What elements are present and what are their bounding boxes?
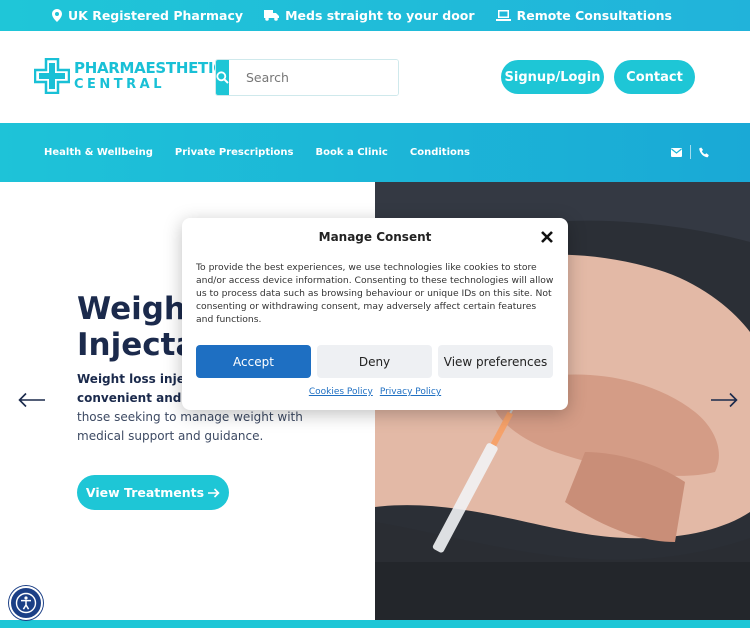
hero-text-line: those seeking to manage weight with <box>77 410 303 424</box>
search-bar <box>215 59 399 96</box>
accessibility-icon <box>15 592 37 614</box>
consent-dialog: Manage Consent To provide the best exper… <box>182 218 568 410</box>
nav-item-book-clinic[interactable]: Book a Clinic <box>315 147 387 158</box>
main-nav: Health & Wellbeing Private Prescriptions… <box>0 123 750 182</box>
topbar-label: Remote Consultations <box>516 8 672 23</box>
search-button[interactable] <box>216 60 229 95</box>
accessibility-button[interactable] <box>9 586 43 620</box>
nav-item-health-wellbeing[interactable]: Health & Wellbeing <box>44 147 153 158</box>
logo-wordmark: PHARMAESTHETICS <box>74 59 235 77</box>
search-input[interactable] <box>229 60 398 95</box>
button-label: View Treatments <box>85 485 205 500</box>
map-pin-icon <box>52 9 62 22</box>
topbar-item-registered: UK Registered Pharmacy <box>52 8 243 23</box>
divider <box>690 145 691 159</box>
consent-links: Cookies Policy Privacy Policy <box>182 387 568 397</box>
logo-subtext: CENTRAL <box>74 77 166 92</box>
deny-button[interactable]: Deny <box>317 345 432 378</box>
top-info-bar: UK Registered Pharmacy Meds straight to … <box>0 0 750 31</box>
contact-button[interactable]: Contact <box>614 60 695 94</box>
consent-buttons: Accept Deny View preferences <box>196 345 553 378</box>
topbar-item-consultations: Remote Consultations <box>495 8 672 23</box>
consent-title: Manage Consent <box>318 230 432 244</box>
phone-icon[interactable] <box>699 147 710 158</box>
consent-body: To provide the best experiences, we use … <box>196 262 554 325</box>
signup-login-button[interactable]: Signup/Login <box>501 60 604 94</box>
view-treatments-button[interactable]: View Treatments <box>77 475 229 510</box>
site-header: PHARMAESTHETICS CENTRAL Signup/Login Con… <box>0 31 750 123</box>
truck-icon <box>264 10 280 21</box>
nav-contact-icons <box>671 145 710 159</box>
topbar-label: UK Registered Pharmacy <box>68 8 244 23</box>
slider-next-arrow-icon[interactable] <box>710 392 738 408</box>
cookies-policy-link[interactable]: Cookies Policy <box>309 387 373 397</box>
topbar-label: Meds straight to your door <box>285 8 475 23</box>
site-logo[interactable]: PHARMAESTHETICS CENTRAL <box>33 57 235 95</box>
view-preferences-button[interactable]: View preferences <box>438 345 553 378</box>
cross-logo-icon <box>33 57 71 95</box>
nav-item-conditions[interactable]: Conditions <box>410 147 470 158</box>
envelope-icon[interactable] <box>671 147 682 157</box>
accept-button[interactable]: Accept <box>196 345 311 378</box>
laptop-icon <box>495 9 511 21</box>
slider-prev-arrow-icon[interactable] <box>18 392 46 408</box>
hero-text-line: medical support and guidance. <box>77 429 264 443</box>
topbar-item-delivery: Meds straight to your door <box>264 8 475 23</box>
arrow-right-icon <box>208 487 220 498</box>
search-icon <box>216 71 229 84</box>
close-icon[interactable] <box>540 230 554 244</box>
privacy-policy-link[interactable]: Privacy Policy <box>380 387 441 397</box>
bottom-accent-bar <box>0 620 750 628</box>
nav-item-private-prescriptions[interactable]: Private Prescriptions <box>175 147 294 158</box>
